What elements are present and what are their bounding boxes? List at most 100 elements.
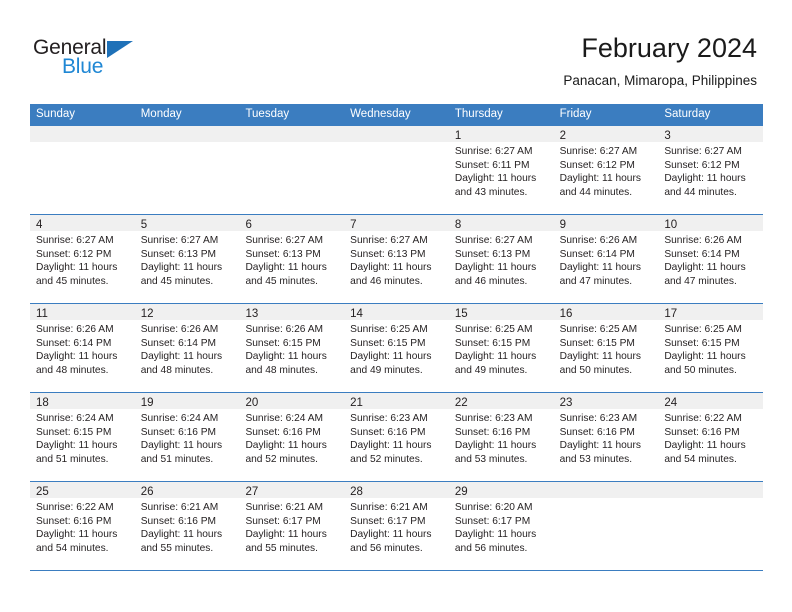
day-number-band: 23 bbox=[553, 393, 659, 409]
calendar-weeks: 1 Sunrise: 6:27 AM Sunset: 6:11 PM Daylight… bbox=[30, 125, 764, 571]
day-number: 13 bbox=[245, 308, 259, 320]
title-block: February 2024 Panacan, Mimaropa, Philipp… bbox=[563, 32, 757, 90]
sunset-time: Sunset: 6:15 PM bbox=[36, 426, 112, 438]
calendar-day-cell[interactable]: 2 Sunrise: 6:27 AM Sunset: 6:12 PM Daylight… bbox=[553, 126, 659, 214]
calendar-day-cell[interactable]: 18 Sunrise: 6:24 AM Sunset: 6:15 PM Dayligh… bbox=[30, 393, 135, 481]
calendar-week-row: 11 Sunrise: 6:26 AM Sunset: 6:14 PM Dayligh… bbox=[30, 303, 764, 392]
calendar-day-cell[interactable]: 25 Sunrise: 6:22 AM Sunset: 6:16 PM Dayligh… bbox=[30, 482, 135, 570]
calendar-day-cell[interactable]: 7 Sunrise: 6:27 AM Sunset: 6:13 PM Daylight… bbox=[344, 215, 449, 303]
sunset-time: Sunset: 6:12 PM bbox=[559, 159, 635, 171]
daylight-duration-line1: Daylight: 11 hours bbox=[140, 440, 223, 452]
day-details: Sunrise: 6:27 AM Sunset: 6:13 PM Daylight:… bbox=[135, 231, 240, 288]
daylight-duration-line2: and 48 minutes. bbox=[245, 364, 318, 376]
daylight-duration-line1: Daylight: 11 hours bbox=[36, 262, 118, 274]
day-number-band: 22 bbox=[448, 393, 554, 409]
day-number-band bbox=[658, 482, 764, 498]
daylight-duration-line1: Daylight: 11 hours bbox=[664, 440, 746, 452]
sunrise-time: Sunrise: 6:23 AM bbox=[350, 413, 428, 424]
calendar-day-cell[interactable]: 15 Sunrise: 6:25 AM Sunset: 6:15 PM Dayligh… bbox=[448, 304, 554, 392]
day-details: Sunrise: 6:21 AM Sunset: 6:17 PM Daylight:… bbox=[239, 498, 344, 555]
calendar-day-cell[interactable]: 24 Sunrise: 6:22 AM Sunset: 6:16 PM Dayligh… bbox=[658, 393, 764, 481]
daylight-duration-line2: and 44 minutes. bbox=[559, 186, 633, 198]
daylight-duration-line2: and 56 minutes. bbox=[350, 542, 423, 554]
calendar-day-cell[interactable]: 29 Sunrise: 6:20 AM Sunset: 6:17 PM Dayligh… bbox=[448, 482, 554, 570]
calendar-day-cell[interactable]: 14 Sunrise: 6:25 AM Sunset: 6:15 PM Dayligh… bbox=[344, 304, 449, 392]
calendar-day-cell[interactable]: 26 Sunrise: 6:21 AM Sunset: 6:16 PM Dayligh… bbox=[134, 482, 240, 570]
day-number-band: 9 bbox=[553, 215, 659, 231]
generalblue-logo[interactable]: General Blue bbox=[33, 36, 213, 82]
calendar-day-cell[interactable]: 21 Sunrise: 6:23 AM Sunset: 6:16 PM Dayligh… bbox=[344, 393, 449, 481]
calendar-grid: Sunday Monday Tuesday Wednesday Thursday… bbox=[30, 104, 764, 571]
day-number-band bbox=[239, 126, 345, 142]
day-number: 8 bbox=[454, 219, 462, 231]
day-number: 27 bbox=[245, 486, 259, 498]
calendar-day-cell[interactable]: 17 Sunrise: 6:25 AM Sunset: 6:15 PM Dayligh… bbox=[658, 304, 764, 392]
daylight-duration-line1: Daylight: 11 hours bbox=[559, 262, 641, 274]
daylight-duration-line2: and 54 minutes. bbox=[664, 453, 737, 465]
sunrise-time: Sunrise: 6:21 AM bbox=[140, 502, 219, 513]
day-number-band bbox=[30, 126, 135, 142]
day-number-band: 17 bbox=[658, 304, 764, 320]
day-number-band: 11 bbox=[30, 304, 135, 320]
calendar-page: General Blue February 2024 Panacan, Mima… bbox=[0, 0, 792, 612]
day-number: 20 bbox=[245, 397, 259, 409]
day-number-band: 24 bbox=[658, 393, 764, 409]
calendar-day-cell-empty bbox=[553, 482, 659, 570]
day-number-band: 3 bbox=[658, 126, 764, 142]
logo-text-blue: Blue bbox=[62, 55, 104, 78]
day-details: Sunrise: 6:27 AM Sunset: 6:11 PM Daylight:… bbox=[449, 142, 554, 199]
daylight-duration-line2: and 46 minutes. bbox=[350, 275, 423, 287]
calendar-week-row: 18 Sunrise: 6:24 AM Sunset: 6:15 PM Dayligh… bbox=[30, 392, 764, 481]
calendar-day-cell[interactable]: 27 Sunrise: 6:21 AM Sunset: 6:17 PM Dayligh… bbox=[239, 482, 345, 570]
sunset-time: Sunset: 6:12 PM bbox=[664, 159, 740, 171]
day-number: 1 bbox=[454, 130, 462, 142]
daylight-duration-line1: Daylight: 11 hours bbox=[664, 173, 746, 185]
calendar-day-cell[interactable]: 9 Sunrise: 6:26 AM Sunset: 6:14 PM Daylight… bbox=[553, 215, 659, 303]
calendar-day-cell[interactable]: 6 Sunrise: 6:27 AM Sunset: 6:13 PM Daylight… bbox=[239, 215, 345, 303]
calendar-day-cell[interactable]: 11 Sunrise: 6:26 AM Sunset: 6:14 PM Dayligh… bbox=[30, 304, 135, 392]
daylight-duration-line2: and 53 minutes. bbox=[559, 453, 633, 465]
day-details: Sunrise: 6:27 AM Sunset: 6:12 PM Daylight:… bbox=[554, 142, 659, 199]
daylight-duration-line1: Daylight: 11 hours bbox=[559, 440, 641, 452]
calendar-day-cell[interactable]: 13 Sunrise: 6:26 AM Sunset: 6:15 PM Dayligh… bbox=[239, 304, 345, 392]
daylight-duration-line2: and 53 minutes. bbox=[454, 453, 528, 465]
sunset-time: Sunset: 6:16 PM bbox=[140, 426, 217, 438]
daylight-duration-line1: Daylight: 11 hours bbox=[245, 529, 327, 541]
calendar-day-cell[interactable]: 3 Sunrise: 6:27 AM Sunset: 6:12 PM Daylight… bbox=[658, 126, 764, 214]
calendar-day-cell[interactable]: 8 Sunrise: 6:27 AM Sunset: 6:13 PM Daylight… bbox=[448, 215, 554, 303]
calendar-day-cell[interactable]: 1 Sunrise: 6:27 AM Sunset: 6:11 PM Daylight… bbox=[448, 126, 554, 214]
day-number-band: 12 bbox=[134, 304, 240, 320]
day-number: 14 bbox=[350, 308, 363, 320]
day-number: 26 bbox=[140, 486, 154, 498]
sunset-time: Sunset: 6:16 PM bbox=[245, 426, 321, 438]
calendar-day-cell[interactable]: 22 Sunrise: 6:23 AM Sunset: 6:16 PM Dayligh… bbox=[448, 393, 554, 481]
weekday-header-wednesday: Wednesday bbox=[350, 108, 411, 120]
daylight-duration-line1: Daylight: 11 hours bbox=[245, 440, 327, 452]
daylight-duration-line2: and 45 minutes. bbox=[245, 275, 318, 287]
sunset-time: Sunset: 6:17 PM bbox=[350, 515, 426, 527]
day-number-band: 28 bbox=[344, 482, 449, 498]
calendar-day-cell[interactable]: 20 Sunrise: 6:24 AM Sunset: 6:16 PM Dayligh… bbox=[239, 393, 345, 481]
calendar-day-cell[interactable]: 12 Sunrise: 6:26 AM Sunset: 6:14 PM Dayligh… bbox=[134, 304, 240, 392]
calendar-day-cell[interactable]: 16 Sunrise: 6:25 AM Sunset: 6:15 PM Dayligh… bbox=[553, 304, 659, 392]
calendar-day-cell[interactable]: 5 Sunrise: 6:27 AM Sunset: 6:13 PM Daylight… bbox=[134, 215, 240, 303]
day-number: 6 bbox=[245, 219, 252, 231]
calendar-day-cell[interactable]: 23 Sunrise: 6:23 AM Sunset: 6:16 PM Dayligh… bbox=[553, 393, 659, 481]
weekday-header-monday: Monday bbox=[140, 108, 182, 120]
sunset-time: Sunset: 6:16 PM bbox=[140, 515, 217, 527]
daylight-duration-line2: and 47 minutes. bbox=[664, 275, 737, 287]
calendar-day-cell[interactable]: 19 Sunrise: 6:24 AM Sunset: 6:16 PM Dayligh… bbox=[134, 393, 240, 481]
weekday-header-thursday: Thursday bbox=[454, 108, 503, 120]
day-number-band: 2 bbox=[553, 126, 659, 142]
calendar-day-cell[interactable]: 4 Sunrise: 6:27 AM Sunset: 6:12 PM Daylight… bbox=[30, 215, 135, 303]
day-number-band: 19 bbox=[134, 393, 240, 409]
day-details: Sunrise: 6:24 AM Sunset: 6:15 PM Daylight:… bbox=[30, 409, 135, 466]
calendar-day-cell[interactable]: 28 Sunrise: 6:21 AM Sunset: 6:17 PM Dayligh… bbox=[344, 482, 449, 570]
weekday-header-tuesday: Tuesday bbox=[245, 108, 290, 120]
day-details: Sunrise: 6:24 AM Sunset: 6:16 PM Daylight:… bbox=[239, 409, 344, 466]
calendar-day-cell[interactable]: 10 Sunrise: 6:26 AM Sunset: 6:14 PM Dayligh… bbox=[658, 215, 764, 303]
daylight-duration-line2: and 49 minutes. bbox=[454, 364, 528, 376]
sunrise-time: Sunrise: 6:25 AM bbox=[559, 324, 638, 335]
sunset-time: Sunset: 6:17 PM bbox=[454, 515, 531, 527]
day-details: Sunrise: 6:22 AM Sunset: 6:16 PM Daylight:… bbox=[658, 409, 763, 466]
